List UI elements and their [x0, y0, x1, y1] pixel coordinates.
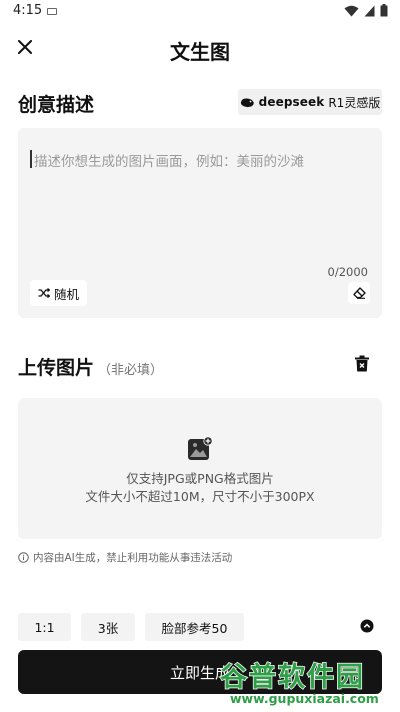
upload-title: 上传图片	[18, 357, 95, 379]
model-version: R1灵感版	[328, 95, 381, 110]
prompt-placeholder: 描述你想生成的图片画面，例如：美丽的沙滩	[34, 154, 304, 170]
disclaimer-text: 内容由AI生成，禁止利用功能从事违法活动	[33, 552, 233, 564]
chevron-up-circle-icon[interactable]	[360, 619, 374, 633]
eraser-icon	[352, 287, 366, 299]
text-caret	[30, 150, 32, 168]
random-label: 随机	[54, 286, 80, 302]
watermark-title: 谷普软件园	[219, 661, 365, 694]
trash-icon	[355, 355, 369, 371]
upload-format-hint: 仅支持JPG或PNG格式图片	[126, 471, 274, 486]
header: 文生图	[0, 28, 400, 68]
watermark-url: www.gupuxiazai.com	[230, 691, 379, 706]
status-bar: 4:15	[0, 0, 400, 24]
char-counter: 0/2000	[327, 265, 368, 279]
model-brand: deepseek	[258, 95, 325, 109]
page-title: 文生图	[170, 40, 230, 64]
notification-icon	[47, 8, 57, 15]
aspect-ratio-button[interactable]: 1:1	[18, 613, 71, 641]
upload-section-title: 上传图片 （非必填）	[18, 353, 163, 380]
wifi-icon	[344, 5, 359, 16]
watermark: 谷普软件园 www.gupuxiazai.com	[216, 655, 400, 712]
add-image-icon	[188, 436, 213, 460]
image-count-button[interactable]: 3张	[81, 613, 135, 641]
upload-size-hint: 文件大小不超过10M，尺寸不小于300PX	[85, 489, 315, 504]
prompt-section-title: 创意描述	[18, 94, 95, 116]
delete-image-button[interactable]	[352, 352, 372, 374]
status-time: 4:15	[13, 3, 43, 18]
image-upload-area[interactable]: 仅支持JPG或PNG格式图片 文件大小不超过10M，尺寸不小于300PX	[18, 398, 382, 539]
upload-optional-note: （非必填）	[98, 363, 164, 378]
prompt-input[interactable]: 描述你想生成的图片画面，例如：美丽的沙滩 0/2000 随机	[18, 128, 382, 318]
battery-icon	[380, 4, 388, 17]
info-icon	[18, 552, 29, 563]
status-icons	[344, 4, 388, 17]
deepseek-whale-icon	[240, 97, 254, 107]
ai-disclaimer: 内容由AI生成，禁止利用功能从事违法活动	[18, 550, 232, 565]
model-selector[interactable]: deepseek R1灵感版	[238, 89, 382, 115]
random-button[interactable]: 随机	[30, 280, 88, 306]
shuffle-icon	[38, 288, 50, 298]
signal-icon	[364, 5, 375, 16]
face-reference-button[interactable]: 脸部参考50	[145, 613, 244, 641]
clear-button[interactable]	[348, 282, 370, 304]
